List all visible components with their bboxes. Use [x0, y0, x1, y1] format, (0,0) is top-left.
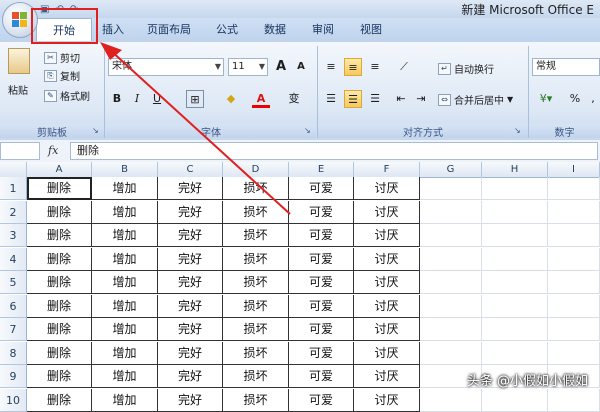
watermark: 头条 @小假如小假如	[466, 374, 588, 389]
annotation-arrow-icon	[100, 42, 291, 215]
